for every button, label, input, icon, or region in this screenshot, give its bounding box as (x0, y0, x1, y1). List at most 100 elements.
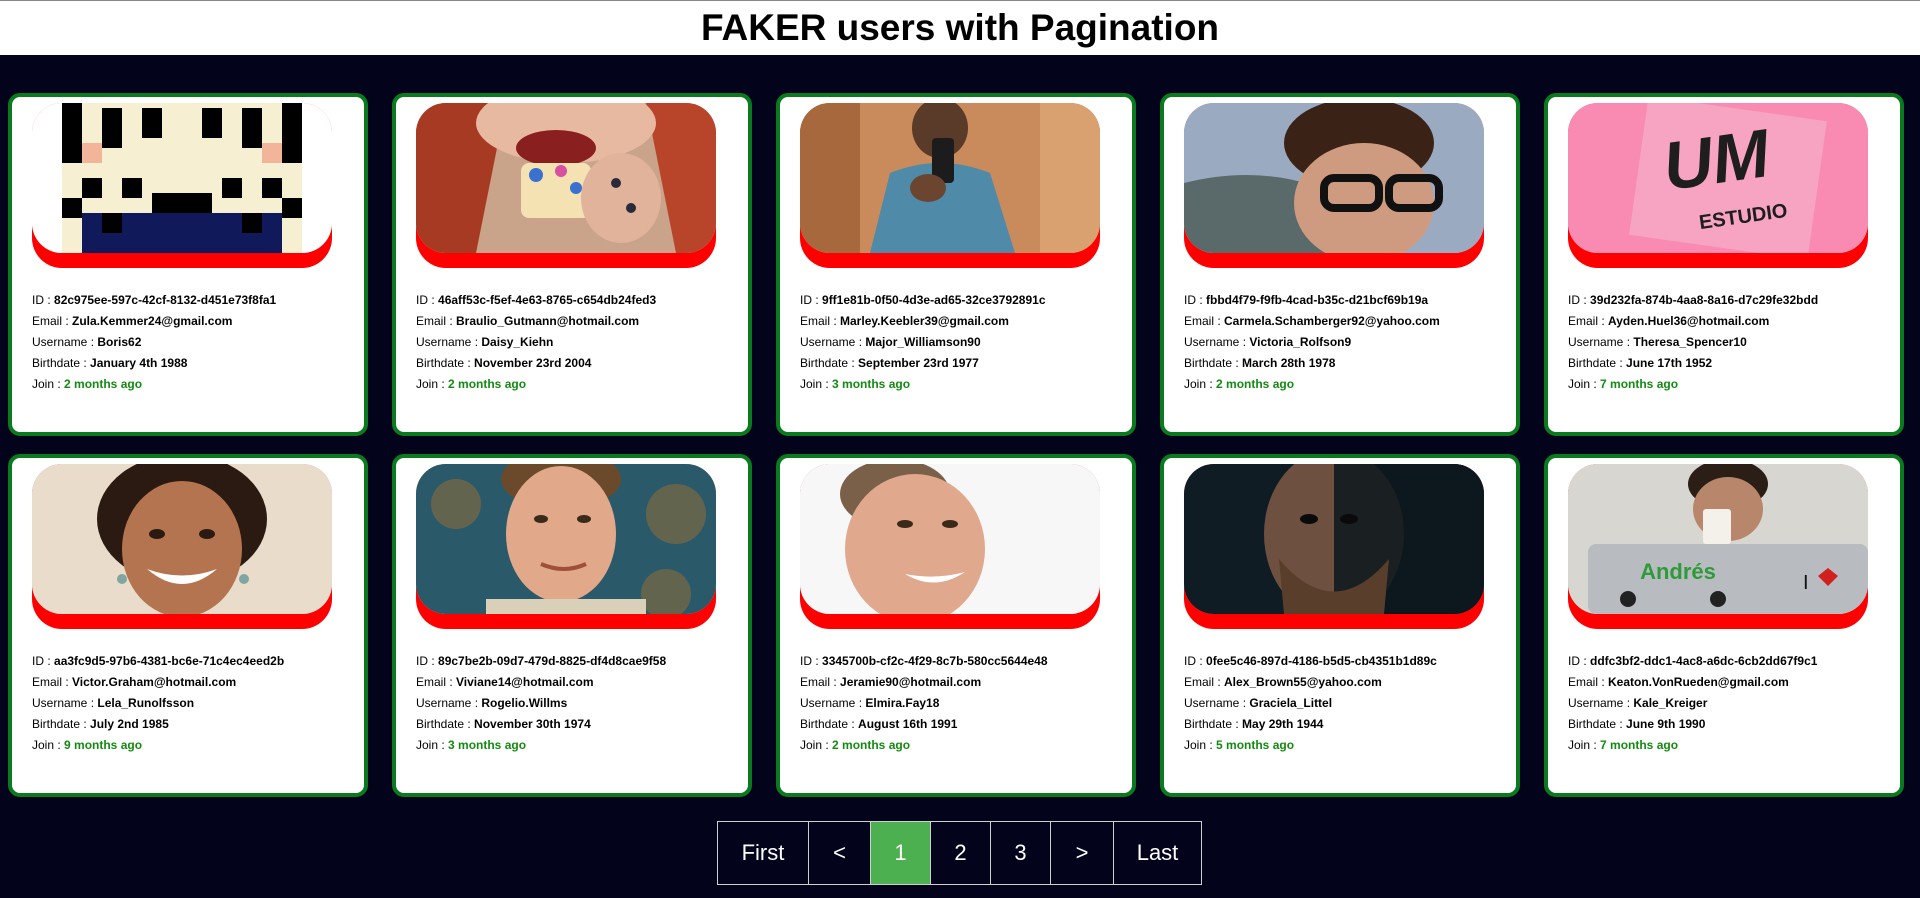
user-email-row: Email : Victor.Graham@hotmail.com (32, 675, 237, 689)
user-id-value: 9ff1e81b-0f50-4d3e-ad65-32ce3792891c (822, 293, 1046, 307)
pixel-art-avatar-icon (32, 103, 332, 253)
page-button-1[interactable]: 1 (871, 822, 931, 884)
man-glasses-photo-icon (1184, 103, 1484, 253)
user-join-row: Join : 5 months ago (1184, 738, 1295, 752)
user-join-row: Join : 2 months ago (416, 377, 527, 391)
user-birthdate-row: Birthdate : July 2nd 1985 (32, 717, 169, 731)
user-join-value: 3 months ago (832, 377, 911, 391)
user-email-row: Email : Viviane14@hotmail.com (416, 675, 594, 689)
user-email-value: Marley.Keebler39@gmail.com (840, 314, 1009, 328)
user-info: ID : 3345700b-cf2c-4f29-8c7b-580cc5644e4… (800, 651, 1112, 756)
avatar-frame: UM ESTUDIO (1568, 103, 1868, 268)
user-id-value: 89c7be2b-09d7-479d-8825-df4d8cae9f58 (438, 654, 667, 668)
user-username-value: Kale_Kreiger (1633, 696, 1708, 710)
user-join-value: 5 months ago (1216, 738, 1295, 752)
user-info: ID : 82c975ee-597c-42cf-8132-d451e73f8fa… (32, 290, 344, 395)
first-page-button[interactable]: First (718, 822, 809, 884)
um-estudio-logo-icon: UM ESTUDIO (1568, 103, 1868, 253)
user-email-value: Alex_Brown55@yahoo.com (1224, 675, 1382, 689)
user-id-row: ID : 9ff1e81b-0f50-4d3e-ad65-32ce3792891… (800, 293, 1046, 307)
user-card: ID : fbbd4f79-f9fb-4cad-b35c-d21bcf69b19… (1160, 93, 1520, 436)
user-join-row: Join : 3 months ago (416, 738, 527, 752)
avatar (1184, 103, 1484, 253)
user-username-row: Username : Boris62 (32, 335, 142, 349)
user-join-row: Join : 7 months ago (1568, 738, 1679, 752)
user-email-value: Jeramie90@hotmail.com (840, 675, 982, 689)
user-birthdate-value: November 30th 1974 (474, 717, 591, 731)
user-info: ID : 9ff1e81b-0f50-4d3e-ad65-32ce3792891… (800, 290, 1112, 395)
user-email-row: Email : Zula.Kemmer24@gmail.com (32, 314, 233, 328)
user-card: ID : 89c7be2b-09d7-479d-8825-df4d8cae9f5… (392, 454, 752, 797)
svg-text:Andrés: Andrés (1640, 559, 1716, 584)
user-card: ID : aa3fc9d5-97b6-4381-bc6e-71c4ec4eed2… (8, 454, 368, 797)
avatar (800, 103, 1100, 253)
user-username-value: Daisy_Kiehn (481, 335, 554, 349)
svg-text:I: I (1803, 572, 1809, 594)
user-username-row: Username : Major_Williamson90 (800, 335, 981, 349)
avatar-frame (416, 103, 716, 268)
user-birthdate-value: November 23rd 2004 (474, 356, 592, 370)
user-info: ID : 89c7be2b-09d7-479d-8825-df4d8cae9f5… (416, 651, 728, 756)
user-birthdate-row: Birthdate : January 4th 1988 (32, 356, 188, 370)
user-id-row: ID : ddfc3bf2-ddc1-4ac8-a6dc-6cb2dd67f9c… (1568, 654, 1818, 668)
user-join-value: 7 months ago (1600, 377, 1679, 391)
user-birthdate-row: Birthdate : June 9th 1990 (1568, 717, 1706, 731)
avatar (32, 103, 332, 253)
user-birthdate-value: May 29th 1944 (1242, 717, 1324, 731)
avatar-frame (1184, 103, 1484, 268)
user-join-value: 7 months ago (1600, 738, 1679, 752)
page-header: FAKER users with Pagination (0, 1, 1920, 55)
user-id-row: ID : aa3fc9d5-97b6-4381-bc6e-71c4ec4eed2… (32, 654, 285, 668)
user-birthdate-row: Birthdate : May 29th 1944 (1184, 717, 1324, 731)
user-id-value: 46aff53c-f5ef-4e63-8765-c654db24fed3 (438, 293, 657, 307)
user-join-value: 2 months ago (1216, 377, 1295, 391)
page-button-2[interactable]: 2 (931, 822, 991, 884)
user-birthdate-value: March 28th 1978 (1242, 356, 1336, 370)
young-man-photo-icon (416, 464, 716, 614)
user-username-value: Graciela_Littel (1249, 696, 1333, 710)
avatar-frame (800, 464, 1100, 629)
user-id-value: fbbd4f79-f9fb-4cad-b35c-d21bcf69b19a (1206, 293, 1429, 307)
user-card: ID : 82c975ee-597c-42cf-8132-d451e73f8fa… (8, 93, 368, 436)
user-info: ID : 39d232fa-874b-4aa8-8a16-d7c29fe32bd… (1568, 290, 1880, 395)
user-email-row: Email : Ayden.Huel36@hotmail.com (1568, 314, 1770, 328)
user-join-value: 2 months ago (64, 377, 143, 391)
user-username-value: Lela_Runolfsson (97, 696, 195, 710)
last-page-button[interactable]: Last (1114, 822, 1201, 884)
user-join-row: Join : 2 months ago (800, 738, 911, 752)
avatar-frame (1184, 464, 1484, 629)
avatar (32, 464, 332, 614)
user-username-value: Rogelio.Willms (481, 696, 568, 710)
user-email-row: Email : Jeramie90@hotmail.com (800, 675, 982, 689)
user-id-row: ID : fbbd4f79-f9fb-4cad-b35c-d21bcf69b19… (1184, 293, 1429, 307)
user-username-row: Username : Theresa_Spencer10 (1568, 335, 1747, 349)
user-username-value: Victoria_Rolfson9 (1249, 335, 1352, 349)
user-card: ID : 3345700b-cf2c-4f29-8c7b-580cc5644e4… (776, 454, 1136, 797)
user-info: ID : aa3fc9d5-97b6-4381-bc6e-71c4ec4eed2… (32, 651, 344, 756)
user-username-row: Username : Graciela_Littel (1184, 696, 1333, 710)
user-email-value: Zula.Kemmer24@gmail.com (72, 314, 233, 328)
page-button-3[interactable]: 3 (991, 822, 1051, 884)
user-email-value: Viviane14@hotmail.com (456, 675, 594, 689)
next-page-button[interactable]: > (1051, 822, 1114, 884)
user-birthdate-value: June 17th 1952 (1626, 356, 1713, 370)
user-username-row: Username : Kale_Kreiger (1568, 696, 1708, 710)
user-card-grid: ID : 82c975ee-597c-42cf-8132-d451e73f8fa… (8, 93, 1906, 797)
user-join-value: 2 months ago (832, 738, 911, 752)
user-birthdate-value: June 9th 1990 (1626, 717, 1706, 731)
user-card: ID : 9ff1e81b-0f50-4d3e-ad65-32ce3792891… (776, 93, 1136, 436)
user-id-value: ddfc3bf2-ddc1-4ac8-a6dc-6cb2dd67f9c1 (1590, 654, 1818, 668)
user-birthdate-value: August 16th 1991 (858, 717, 958, 731)
user-card: Andrés I ID : ddfc3bf2-ddc1-4ac8-a6dc-6c… (1544, 454, 1904, 797)
user-id-row: ID : 89c7be2b-09d7-479d-8825-df4d8cae9f5… (416, 654, 667, 668)
avatar (416, 103, 716, 253)
user-email-value: Ayden.Huel36@hotmail.com (1608, 314, 1770, 328)
prev-page-button[interactable]: < (809, 822, 871, 884)
bearded-man-photo-icon (1184, 464, 1484, 614)
user-birthdate-row: Birthdate : November 23rd 2004 (416, 356, 592, 370)
smiling-woman-photo-icon (32, 464, 332, 614)
user-info: ID : ddfc3bf2-ddc1-4ac8-a6dc-6cb2dd67f9c… (1568, 651, 1880, 756)
user-join-row: Join : 7 months ago (1568, 377, 1679, 391)
svg-text:UM: UM (1659, 115, 1776, 205)
avatar-frame (32, 103, 332, 268)
